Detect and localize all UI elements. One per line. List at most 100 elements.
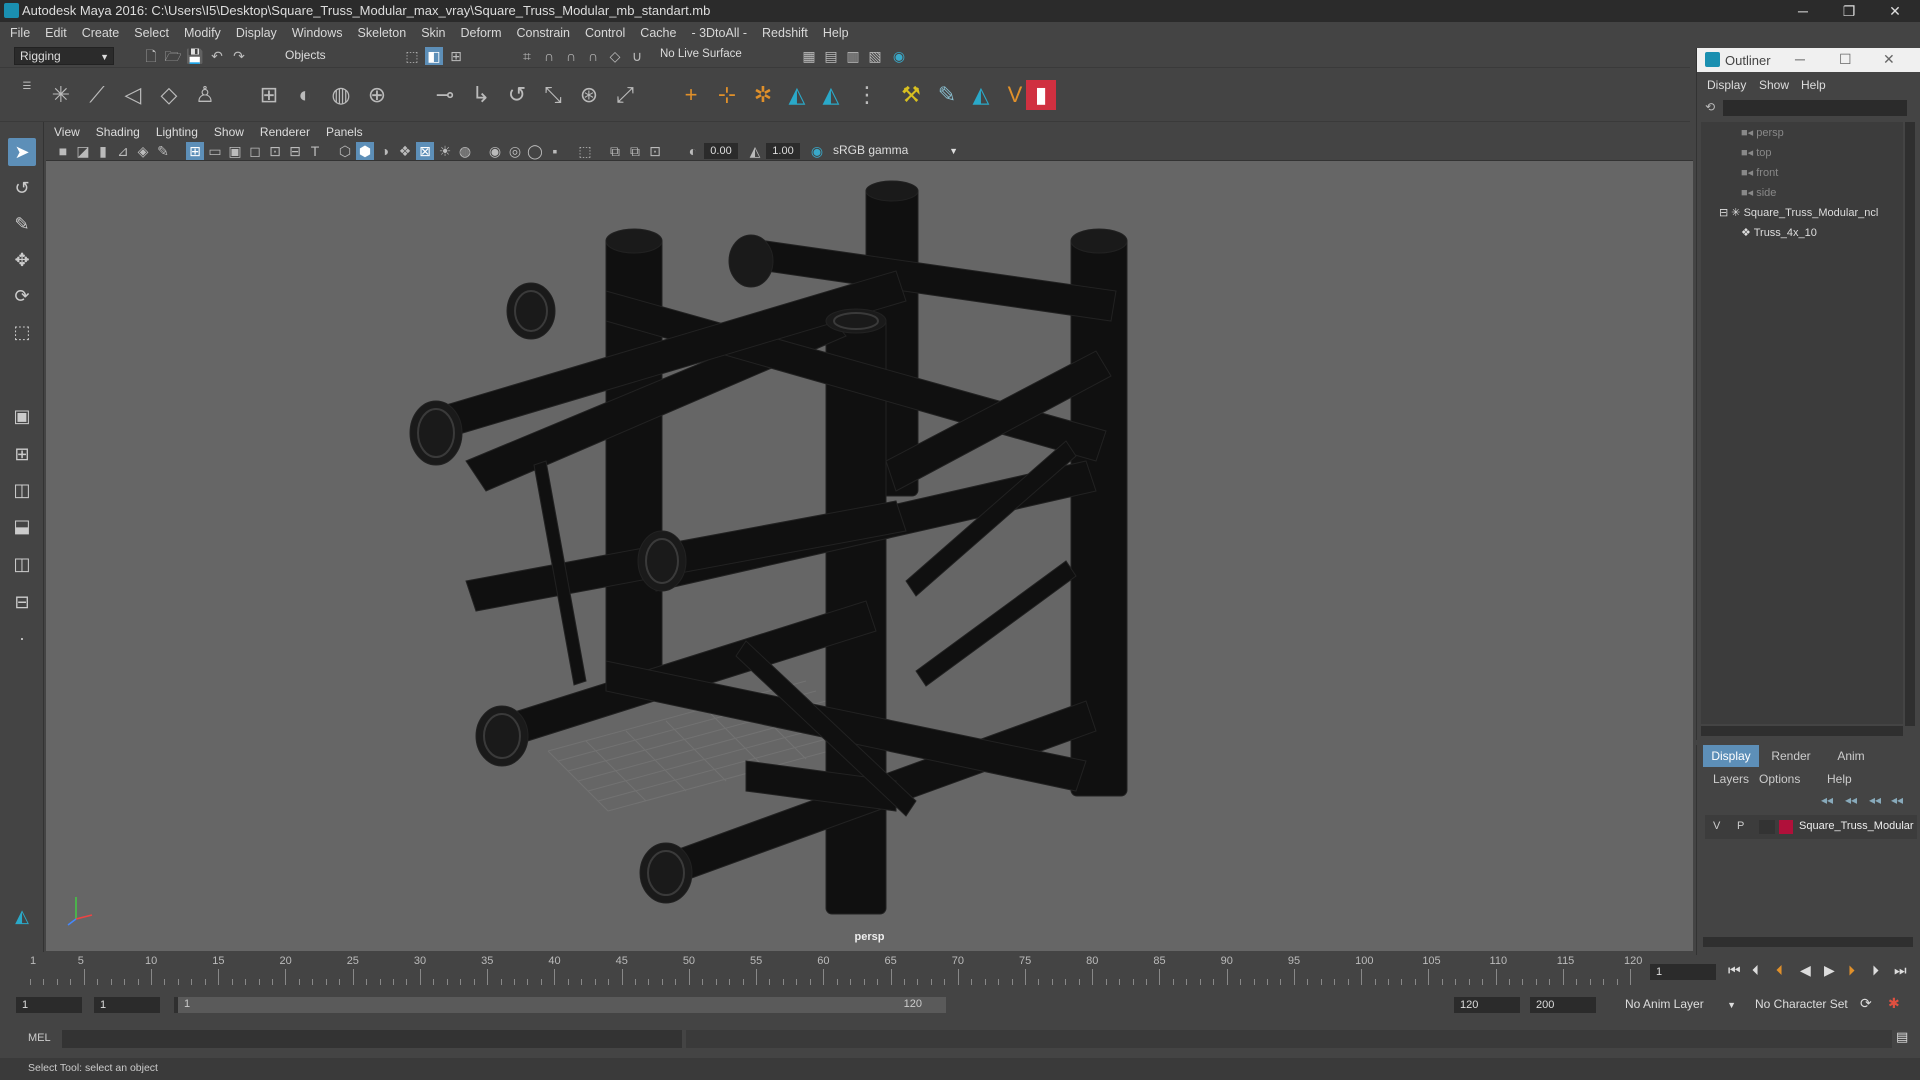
panel-menu-shading[interactable]: Shading <box>96 125 140 139</box>
tab-display[interactable]: Display <box>1703 745 1759 767</box>
range-bar[interactable]: 1 120 <box>174 997 946 1013</box>
play-forward-icon[interactable]: ▶ <box>1824 962 1835 979</box>
chart-tool-icon[interactable]: ▮ <box>1026 80 1056 110</box>
menu-help[interactable]: Help <box>823 26 849 40</box>
persp-outliner-layout-icon[interactable]: ◫ <box>8 550 36 578</box>
time-slider[interactable]: 1 5 10 15 20 25 30 35 40 45 50 55 60 65 70 75 80 85 90 95 1… <box>0 955 1920 987</box>
layout-more-icon[interactable]: · <box>8 624 36 652</box>
panel-menu-show[interactable]: Show <box>214 125 244 139</box>
panel-menu-view[interactable]: View <box>54 125 80 139</box>
camera-attributes-icon[interactable]: ◪ <box>74 142 92 160</box>
layers-menu-layers[interactable]: Layers <box>1713 772 1749 786</box>
playback-end-field[interactable]: 120 <box>1454 997 1520 1013</box>
default-material-icon[interactable]: ◑ <box>376 142 394 160</box>
new-layer-icon[interactable]: ◂◂ <box>1869 793 1881 807</box>
ipr-render-icon[interactable]: ▥ <box>844 47 862 65</box>
menu-cache[interactable]: Cache <box>640 26 676 40</box>
bookmark-icon[interactable]: ▮ <box>94 142 112 160</box>
menu-3dtoall[interactable]: - 3DtoAll - <box>691 26 747 40</box>
cluster-handle-icon[interactable]: ⊹ <box>712 80 742 110</box>
animation-start-field[interactable]: 1 <box>16 997 82 1013</box>
select-by-object-icon[interactable]: ◧ <box>425 47 443 65</box>
menu-modify[interactable]: Modify <box>184 26 221 40</box>
menu-create[interactable]: Create <box>82 26 120 40</box>
isolate-select-icon[interactable]: ⬚ <box>576 142 594 160</box>
outliner-item-group[interactable]: ⊟ ✳ Square_Truss_Modular_ncl <box>1719 206 1878 219</box>
menu-display[interactable]: Display <box>236 26 277 40</box>
menu-deform[interactable]: Deform <box>461 26 502 40</box>
menu-redshift[interactable]: Redshift <box>762 26 808 40</box>
menu-constrain[interactable]: Constrain <box>517 26 571 40</box>
select-by-hierarchy-icon[interactable]: ⬚ <box>403 47 421 65</box>
move-layer-down-icon[interactable]: ◂◂ <box>1845 793 1857 807</box>
xray-components-icon[interactable]: ⊡ <box>646 142 664 160</box>
use-all-lights-icon[interactable]: ☀ <box>436 142 454 160</box>
select-by-component-icon[interactable]: ⊞ <box>447 47 465 65</box>
paint-weights-icon[interactable]: ◐ <box>290 80 320 110</box>
outliner-horizontal-scrollbar[interactable] <box>1701 726 1903 736</box>
field-chart-icon[interactable]: ⊡ <box>266 142 284 160</box>
menu-control[interactable]: Control <box>585 26 625 40</box>
layer-row[interactable]: V P Square_Truss_Modular <box>1705 815 1917 839</box>
new-layer-selected-icon[interactable]: ◂◂ <box>1891 793 1903 807</box>
ik-handle-icon[interactable]: ⟋ <box>82 80 112 110</box>
new-scene-icon[interactable]: 🗋 <box>142 47 160 65</box>
outliner-item-top[interactable]: ■◂ top <box>1741 146 1772 159</box>
undo-icon[interactable]: ↶ <box>208 47 226 65</box>
snap-surface-icon[interactable]: ◇ <box>606 47 624 65</box>
render-frame-icon[interactable]: ▤ <box>822 47 840 65</box>
four-view-layout-icon[interactable]: ⊞ <box>8 440 36 468</box>
step-forward-key-icon[interactable]: ⏵ <box>1848 962 1855 979</box>
exposure-icon[interactable]: ◐ <box>684 142 702 160</box>
filter-icon[interactable]: ⟲ <box>1701 98 1719 116</box>
create-joints-icon[interactable]: ✳ <box>46 80 76 110</box>
menu-select[interactable]: Select <box>134 26 169 40</box>
close-button[interactable]: ✕ <box>1872 0 1918 22</box>
ik-spline-icon[interactable]: ◁ <box>118 80 148 110</box>
tab-anim[interactable]: Anim <box>1823 745 1879 767</box>
scale-tool-icon[interactable]: ⬚ <box>8 318 36 346</box>
outliner-maximize-button[interactable]: ☐ <box>1839 51 1852 68</box>
xray-icon[interactable]: ⧉ <box>606 142 624 160</box>
aim-constraint-icon[interactable]: ↳ <box>466 80 496 110</box>
go-to-end-icon[interactable]: ⏭ <box>1894 962 1907 979</box>
deformer-icon[interactable]: ✲ <box>748 80 778 110</box>
lattice-icon[interactable]: ◍ <box>326 80 356 110</box>
safe-action-icon[interactable]: ⊟ <box>286 142 304 160</box>
colorspace-dropdown[interactable]: sRGB gamma ▼ <box>828 142 962 160</box>
image-plane-icon[interactable]: ⊿ <box>114 142 132 160</box>
grid-toggle-icon[interactable]: ⊞ <box>186 142 204 160</box>
outliner-menu-help[interactable]: Help <box>1801 78 1826 92</box>
step-forward-icon[interactable]: ⏵ <box>1872 962 1879 979</box>
menuset-dropdown[interactable]: Rigging ▼ <box>14 47 114 65</box>
snap-grid-icon[interactable]: ⌗ <box>518 47 536 65</box>
render-view-icon[interactable]: ▦ <box>800 47 818 65</box>
play-backward-icon[interactable]: ◀ <box>1800 962 1811 979</box>
brush-icon[interactable]: ✎ <box>932 80 962 110</box>
select-tool-icon[interactable]: ➤ <box>8 138 36 166</box>
time-ruler[interactable]: 1 5 10 15 20 25 30 35 40 45 50 55 60 65 70 75 80 85 90 95 1… <box>30 955 1642 987</box>
playback-start-field[interactable]: 1 <box>94 997 160 1013</box>
outliner-item-side[interactable]: ■◂ side <box>1741 186 1776 199</box>
hypershade-icon[interactable]: ◉ <box>890 47 908 65</box>
animation-preferences-icon[interactable]: ✱ <box>1888 995 1900 1012</box>
locator-icon[interactable]: + <box>676 80 706 110</box>
gamma-field[interactable]: 1.00 <box>766 143 800 159</box>
anti-aliasing-icon[interactable]: ◯ <box>526 142 544 160</box>
cluster-icon[interactable]: ⊕ <box>362 80 392 110</box>
depth-of-field-icon[interactable]: ▪ <box>546 142 564 160</box>
step-back-key-icon[interactable]: ⏴ <box>1776 962 1783 979</box>
live-surface-label[interactable]: No Live Surface <box>660 48 742 60</box>
gate-mask-icon[interactable]: ◻ <box>246 142 264 160</box>
gamma-icon[interactable]: ◭ <box>746 142 764 160</box>
menu-windows[interactable]: Windows <box>292 26 343 40</box>
collapse-icon[interactable]: ⊟ <box>1719 207 1731 219</box>
persp-graph-layout-icon[interactable]: ⬓ <box>8 512 36 540</box>
snap-point-icon[interactable]: ∩ <box>562 47 580 65</box>
layer-visibility-toggle[interactable]: V <box>1713 820 1720 832</box>
snap-magnet-icon[interactable]: ∪ <box>628 47 646 65</box>
wireframe-icon[interactable]: ⬡ <box>336 142 354 160</box>
camera-select-icon[interactable]: ■ <box>54 142 72 160</box>
layers-menu-help[interactable]: Help <box>1827 772 1852 786</box>
paint-select-icon[interactable]: ✎ <box>8 210 36 238</box>
